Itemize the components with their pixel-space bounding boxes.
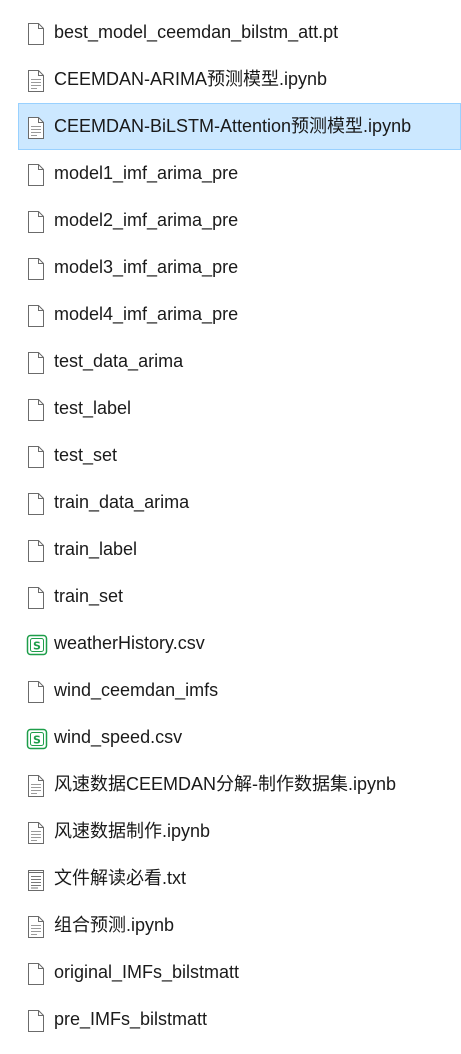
file-item[interactable]: S wind_speed.csv [18,714,461,761]
file-item[interactable]: test_data_arima [18,338,461,385]
blank-file-icon [26,258,46,280]
file-item[interactable]: CEEMDAN-BiLSTM-Attention预测模型.ipynb [18,103,461,150]
text-file-icon [26,70,46,92]
file-name: wind_ceemdan_imfs [54,680,219,700]
file-name: test_label [54,398,132,418]
blank-file-icon [26,352,46,374]
blank-file-icon [26,681,46,703]
file-name: test_set [54,445,118,465]
file-item[interactable]: model3_imf_arima_pre [18,244,461,291]
spreadsheet-file-icon: S [26,728,48,750]
file-name: model2_imf_arima_pre [54,210,239,230]
blank-file-icon [26,164,46,186]
file-item[interactable]: pre_IMFs_bilstmatt [18,996,461,1043]
blank-file-icon [26,587,46,609]
file-name: model1_imf_arima_pre [54,163,239,183]
file-name: weatherHistory.csv [54,633,205,653]
file-name: original_IMFs_bilstmatt [54,962,240,982]
file-item[interactable]: test_label [18,385,461,432]
file-name: wind_speed.csv [54,727,183,747]
file-item[interactable]: model2_imf_arima_pre [18,197,461,244]
blank-file-icon [26,211,46,233]
file-item[interactable]: wind_ceemdan_imfs [18,667,461,714]
notepad-file-icon [26,869,46,891]
file-item[interactable]: original_IMFs_bilstmatt [18,949,461,996]
file-name: 组合预测.ipynb [54,915,175,935]
file-item[interactable]: train_data_arima [18,479,461,526]
file-name: best_model_ceemdan_bilstm_att.pt [54,22,339,42]
file-name: train_label [54,539,138,559]
blank-file-icon [26,305,46,327]
file-item[interactable]: train_label [18,526,461,573]
file-item[interactable]: model1_imf_arima_pre [18,150,461,197]
file-item[interactable]: CEEMDAN-ARIMA预测模型.ipynb [18,56,461,103]
file-name: 文件解读必看.txt [54,868,187,888]
file-item[interactable]: 组合预测.ipynb [18,902,461,949]
file-item[interactable]: 风速数据CEEMDAN分解-制作数据集.ipynb [18,761,461,808]
text-file-icon [26,822,46,844]
blank-file-icon [26,1010,46,1032]
svg-text:S: S [33,734,41,747]
text-file-icon [26,916,46,938]
blank-file-icon [26,446,46,468]
file-name: 风速数据制作.ipynb [54,821,211,841]
file-item[interactable]: train_set [18,573,461,620]
blank-file-icon [26,23,46,45]
file-item[interactable]: 风速数据制作.ipynb [18,808,461,855]
file-item[interactable]: S weatherHistory.csv [18,620,461,667]
file-name: CEEMDAN-BiLSTM-Attention预测模型.ipynb [54,116,412,136]
file-name: model3_imf_arima_pre [54,257,239,277]
text-file-icon [26,117,46,139]
svg-text:S: S [33,640,41,653]
file-item[interactable]: model4_imf_arima_pre [18,291,461,338]
file-name: test_data_arima [54,351,184,371]
file-item[interactable]: 文件解读必看.txt [18,855,461,902]
blank-file-icon [26,540,46,562]
file-list: best_model_ceemdan_bilstm_att.pt CEEMDAN… [0,9,461,1043]
file-name: 风速数据CEEMDAN分解-制作数据集.ipynb [54,774,397,794]
file-item[interactable]: test_set [18,432,461,479]
text-file-icon [26,775,46,797]
file-name: train_data_arima [54,492,190,512]
spreadsheet-file-icon: S [26,634,48,656]
file-name: pre_IMFs_bilstmatt [54,1009,208,1029]
file-item[interactable]: best_model_ceemdan_bilstm_att.pt [18,9,461,56]
blank-file-icon [26,493,46,515]
file-name: train_set [54,586,124,606]
blank-file-icon [26,399,46,421]
file-name: model4_imf_arima_pre [54,304,239,324]
file-name: CEEMDAN-ARIMA预测模型.ipynb [54,69,328,89]
blank-file-icon [26,963,46,985]
